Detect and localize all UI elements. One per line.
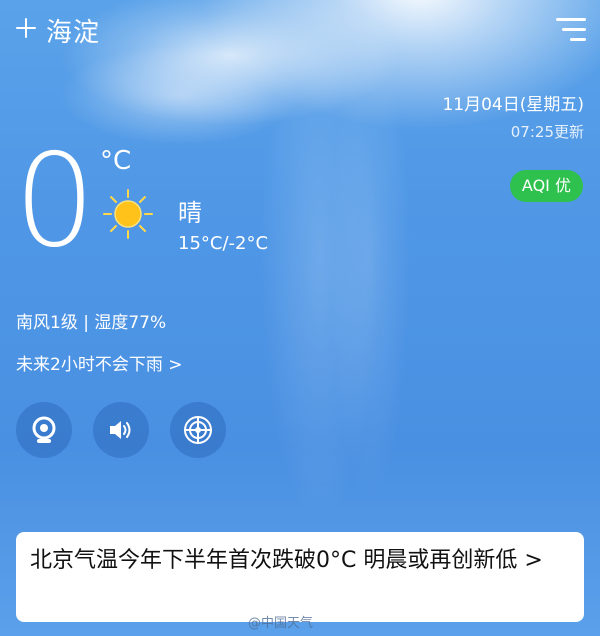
weather-condition: 晴 — [178, 199, 202, 227]
aqi-badge[interactable]: AQI 优 — [509, 170, 583, 202]
city-name[interactable]: 海淀 — [46, 12, 100, 49]
sun-icon — [100, 186, 156, 242]
camera-icon — [32, 416, 56, 443]
news-card[interactable]: 北京气温今年下半年首次跌破0°C 明晨或再创新低 > — [16, 532, 584, 622]
speaker-button[interactable] — [93, 402, 149, 458]
rain-forecast-link[interactable]: 未来2小时不会下雨 > — [16, 350, 182, 375]
menu-icon[interactable] — [556, 18, 586, 42]
wind-humidity: 南风1级 | 湿度77% — [16, 313, 167, 333]
current-temperature: 0 — [14, 127, 96, 276]
news-headline: 北京气温今年下半年首次跌破0°C 明晨或再创新低 > — [30, 548, 543, 573]
camera-button[interactable] — [16, 402, 72, 458]
radar-icon — [184, 416, 212, 444]
add-city-icon[interactable] — [14, 16, 38, 40]
watermark: @中国天气 — [248, 616, 314, 631]
temperature-range: 15°C/-2°C — [178, 233, 269, 254]
temperature-unit: °C — [100, 146, 132, 176]
speaker-icon — [110, 421, 131, 439]
update-time: 07:25更新 — [510, 123, 584, 141]
radar-button[interactable] — [170, 402, 226, 458]
date-label: 11月04日(星期五) — [442, 95, 584, 115]
